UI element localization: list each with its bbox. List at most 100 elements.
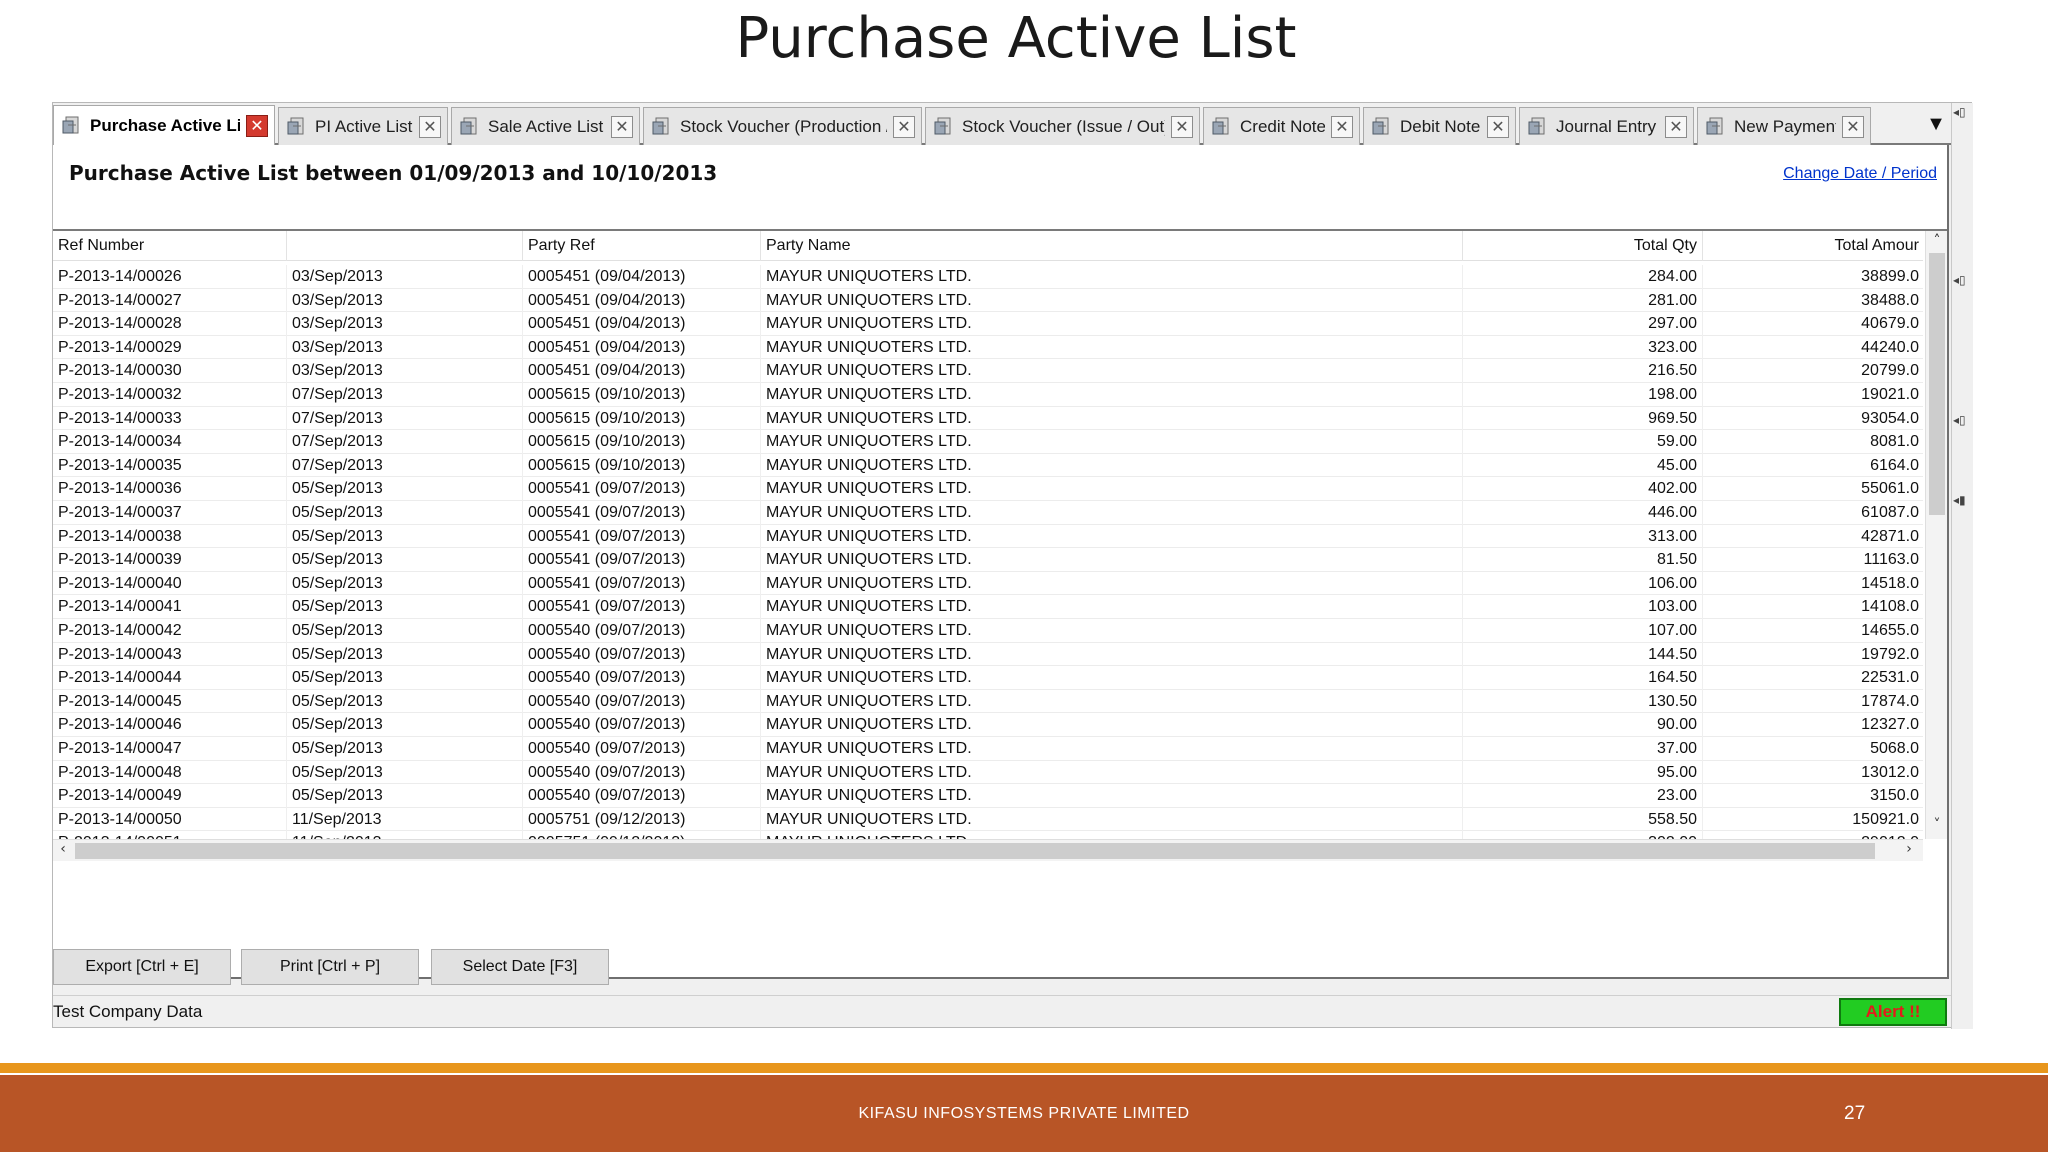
- table-row[interactable]: P-2013-14/00034 07/Sep/2013 0005615 (09/10…: [53, 430, 1923, 454]
- table-cell: MAYUR UNIQUOTERS LTD.: [761, 477, 1463, 501]
- column-header[interactable]: Total Qty: [1463, 231, 1703, 261]
- scroll-left-icon[interactable]: ‹: [53, 841, 73, 857]
- alert-button[interactable]: Alert !!: [1839, 998, 1947, 1026]
- close-icon[interactable]: ✕: [893, 115, 915, 138]
- table-row[interactable]: P-2013-14/00030 03/Sep/2013 0005451 (09/04…: [53, 359, 1923, 383]
- table-row[interactable]: P-2013-14/00035 07/Sep/2013 0005615 (09/10…: [53, 453, 1923, 478]
- table-cell: MAYUR UNIQUOTERS LTD.: [761, 312, 1463, 336]
- table-cell: 0005451 (09/04/2013): [523, 265, 761, 289]
- column-header[interactable]: Total Amour: [1703, 231, 1923, 261]
- table-cell: MAYUR UNIQUOTERS LTD.: [761, 548, 1463, 572]
- column-header[interactable]: Party Ref: [523, 231, 761, 261]
- print-button[interactable]: Print [Ctrl + P]: [241, 949, 419, 985]
- select-date-button[interactable]: Select Date [F3]: [431, 949, 609, 985]
- table-row[interactable]: P-2013-14/00039 05/Sep/2013 0005541 (09/07…: [53, 548, 1923, 572]
- table-row[interactable]: P-2013-14/00046 05/Sep/2013 0005540 (09/07…: [53, 713, 1923, 737]
- tab-item[interactable]: Credit Note ✕: [1203, 107, 1360, 145]
- table-row[interactable]: P-2013-14/00038 05/Sep/2013 0005541 (09/07…: [53, 524, 1923, 549]
- close-icon[interactable]: ✕: [419, 115, 441, 138]
- footer-company: KIFASU INFOSYSTEMS PRIVATE LIMITED: [858, 1105, 1190, 1122]
- table-row[interactable]: P-2013-14/00037 05/Sep/2013 0005541 (09/07…: [53, 501, 1923, 525]
- table-cell: 6164.0: [1703, 454, 1923, 478]
- table-row[interactable]: P-2013-14/00026 03/Sep/2013 0005451 (09/04…: [53, 265, 1923, 289]
- tab-item[interactable]: Stock Voucher (Issue / Out) ✕: [925, 107, 1200, 145]
- close-icon[interactable]: ✕: [1331, 115, 1353, 138]
- table-row[interactable]: P-2013-14/00029 03/Sep/2013 0005451 (09/04…: [53, 335, 1923, 360]
- table-row[interactable]: P-2013-14/0005111/Sep/20130005751 (09/12…: [53, 831, 1923, 839]
- change-date-link[interactable]: Change Date / Period: [1783, 165, 1937, 183]
- side-rail: ◂▯ ◂▯ ◂▯ ◂▮: [1951, 103, 1973, 1029]
- table-row[interactable]: P-2013-14/00050 11/Sep/2013 0005751 (09/12…: [53, 807, 1923, 832]
- tab-label: Journal Entry: [1556, 116, 1657, 136]
- table-cell: 07/Sep/2013: [287, 430, 523, 454]
- close-icon[interactable]: ✕: [1487, 115, 1509, 138]
- tab-item[interactable]: Journal Entry ✕: [1519, 107, 1694, 145]
- rail-arrow-icon[interactable]: ◂▯: [1953, 273, 1973, 287]
- table-cell: 03/Sep/2013: [287, 288, 523, 313]
- scroll-down-icon[interactable]: ˅: [1926, 817, 1948, 833]
- close-icon[interactable]: ✕: [1665, 115, 1687, 138]
- tab-label: New Payment: [1734, 116, 1836, 136]
- table-row[interactable]: P-2013-14/00042 05/Sep/2013 0005540 (09/07…: [53, 619, 1923, 643]
- export-button[interactable]: Export [Ctrl + E]: [53, 949, 231, 985]
- table-row[interactable]: P-2013-14/00033 07/Sep/2013 0005615 (09/10…: [53, 406, 1923, 431]
- horizontal-scroll-thumb[interactable]: [75, 843, 1875, 859]
- table-cell: 0005615 (09/10/2013): [523, 453, 761, 478]
- table-row[interactable]: P-2013-14/00032 07/Sep/2013 0005615 (09/10…: [53, 383, 1923, 407]
- vertical-scrollbar[interactable]: ˄ ˅: [1925, 231, 1947, 839]
- column-header[interactable]: Party Name: [761, 231, 1463, 261]
- table-row[interactable]: P-2013-14/00049 05/Sep/2013 0005540 (09/07…: [53, 784, 1923, 808]
- table-row[interactable]: P-2013-14/00047 05/Sep/2013 0005540 (09/07…: [53, 737, 1923, 761]
- table-cell: MAYUR UNIQUOTERS LTD.: [761, 713, 1463, 737]
- table-cell: 05/Sep/2013: [287, 501, 523, 525]
- table-row[interactable]: P-2013-14/00044 05/Sep/2013 0005540 (09/07…: [53, 666, 1923, 690]
- table-row[interactable]: P-2013-14/00036 05/Sep/2013 0005541 (09/07…: [53, 477, 1923, 501]
- horizontal-scrollbar[interactable]: ‹ ›: [53, 839, 1923, 861]
- table-row[interactable]: P-2013-14/00041 05/Sep/2013 0005541 (09/07…: [53, 595, 1923, 619]
- table-cell: 0005451 (09/04/2013): [523, 359, 761, 383]
- table-cell: 05/Sep/2013: [287, 760, 523, 785]
- table-row[interactable]: P-2013-14/00045 05/Sep/2013 0005540 (09/07…: [53, 689, 1923, 714]
- table-cell: P-2013-14/00035: [53, 453, 287, 478]
- tab-item[interactable]: Purchase Active List ✕: [53, 105, 275, 146]
- document-tab-icon: [287, 117, 304, 134]
- scroll-right-icon[interactable]: ›: [1899, 841, 1919, 857]
- table-row[interactable]: P-2013-14/00028 03/Sep/2013 0005451 (09/04…: [53, 312, 1923, 336]
- table-cell: 55061.0: [1703, 477, 1923, 501]
- table-row[interactable]: P-2013-14/00027 03/Sep/2013 0005451 (09/04…: [53, 288, 1923, 313]
- purchase-table: Ref Number Party Ref Party Name Total Qty To…: [53, 231, 1923, 839]
- app-window: Purchase Active List ✕ PI Active List ✕ Sale…: [52, 102, 1973, 1029]
- tab-item[interactable]: PI Active List ✕: [278, 107, 448, 145]
- close-icon[interactable]: ✕: [611, 115, 633, 138]
- table-cell: 05/Sep/2013: [287, 713, 523, 737]
- rail-arrow-icon[interactable]: ◂▮: [1953, 493, 1973, 507]
- table-cell: 90.00: [1463, 713, 1703, 737]
- tab-item[interactable]: Sale Active List ✕: [451, 107, 640, 145]
- table-cell: 13012.0: [1703, 761, 1923, 785]
- tab-item[interactable]: Stock Voucher (Production /... ✕: [643, 107, 922, 145]
- tab-menu-icon[interactable]: ▼: [1921, 109, 1951, 139]
- rail-arrow-icon[interactable]: ◂▯: [1953, 413, 1973, 427]
- column-header[interactable]: Ref Number: [53, 231, 287, 261]
- table-cell: 81.50: [1463, 548, 1703, 572]
- close-icon[interactable]: ✕: [1842, 115, 1864, 138]
- table-cell: 150921.0: [1703, 808, 1923, 832]
- table-row[interactable]: P-2013-14/00048 05/Sep/2013 0005540 (09/07…: [53, 760, 1923, 785]
- tab-label: Credit Note: [1240, 116, 1325, 136]
- table-row[interactable]: P-2013-14/00043 05/Sep/2013 0005540 (09/07…: [53, 642, 1923, 667]
- table-cell: P-2013-14/00037: [53, 501, 287, 525]
- rail-arrow-icon[interactable]: ◂▯: [1953, 105, 1973, 119]
- table-cell: 05/Sep/2013: [287, 571, 523, 596]
- table-row[interactable]: P-2013-14/00040 05/Sep/2013 0005541 (09/07…: [53, 571, 1923, 596]
- table-cell: 38488.0: [1703, 289, 1923, 313]
- tab-item[interactable]: Debit Note ✕: [1363, 107, 1516, 145]
- close-icon[interactable]: ✕: [1171, 115, 1193, 138]
- column-header[interactable]: [287, 231, 523, 261]
- tab-item[interactable]: New Payment ✕: [1697, 107, 1871, 145]
- table-cell: P-2013-14/00046: [53, 713, 287, 737]
- scroll-up-icon[interactable]: ˄: [1926, 233, 1948, 249]
- close-icon[interactable]: ✕: [246, 115, 268, 137]
- vertical-scroll-thumb[interactable]: [1929, 253, 1945, 515]
- table-header: Ref Number Party Ref Party Name Total Qty To…: [53, 231, 1923, 261]
- table-cell: MAYUR UNIQUOTERS LTD.: [761, 406, 1463, 431]
